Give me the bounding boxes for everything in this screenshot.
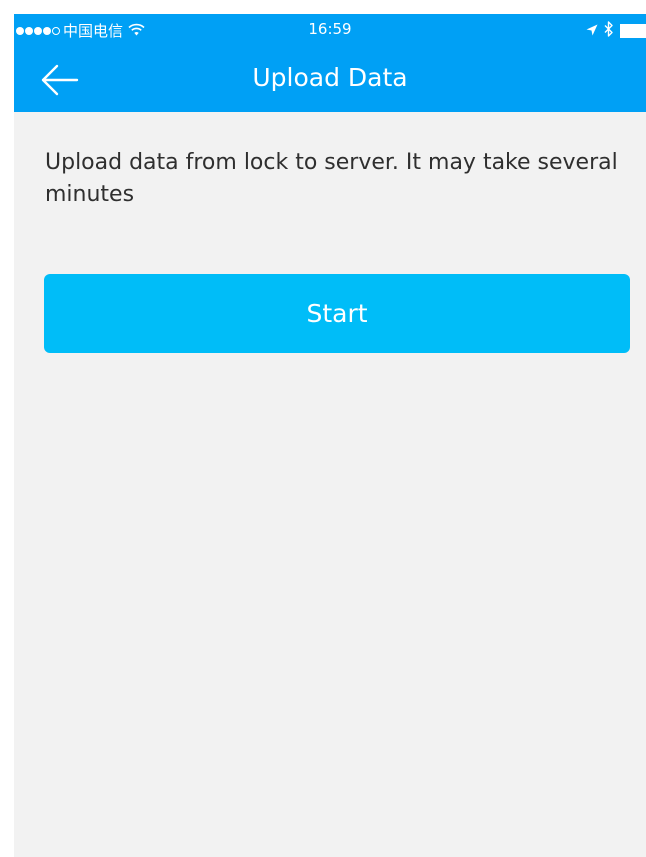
battery-icon <box>620 24 646 38</box>
nav-bar: Upload Data <box>14 46 646 112</box>
top-bar: 中国电信 16:59 Upload Data <box>14 14 646 112</box>
wifi-icon <box>128 22 145 40</box>
signal-dot <box>34 26 42 35</box>
signal-dot <box>43 26 51 35</box>
arrow-left-icon <box>41 64 79 96</box>
carrier-name: 中国电信 <box>63 22 124 40</box>
bluetooth-icon <box>604 21 614 41</box>
phone-screen: 中国电信 16:59 Upload Data Upload data from … <box>14 14 646 857</box>
back-button[interactable] <box>36 60 82 100</box>
upload-description: Upload data from lock to server. It may … <box>45 150 618 207</box>
signal-dot <box>25 26 33 35</box>
location-arrow-icon <box>586 22 598 40</box>
signal-strength-icon <box>16 26 60 35</box>
status-right <box>586 21 646 41</box>
status-left: 中国电信 <box>16 20 145 41</box>
signal-dot <box>16 26 24 35</box>
status-bar: 中国电信 16:59 <box>14 14 646 46</box>
start-button[interactable]: Start <box>44 274 630 353</box>
page-title: Upload Data <box>252 63 408 92</box>
signal-dot-empty <box>52 26 60 35</box>
